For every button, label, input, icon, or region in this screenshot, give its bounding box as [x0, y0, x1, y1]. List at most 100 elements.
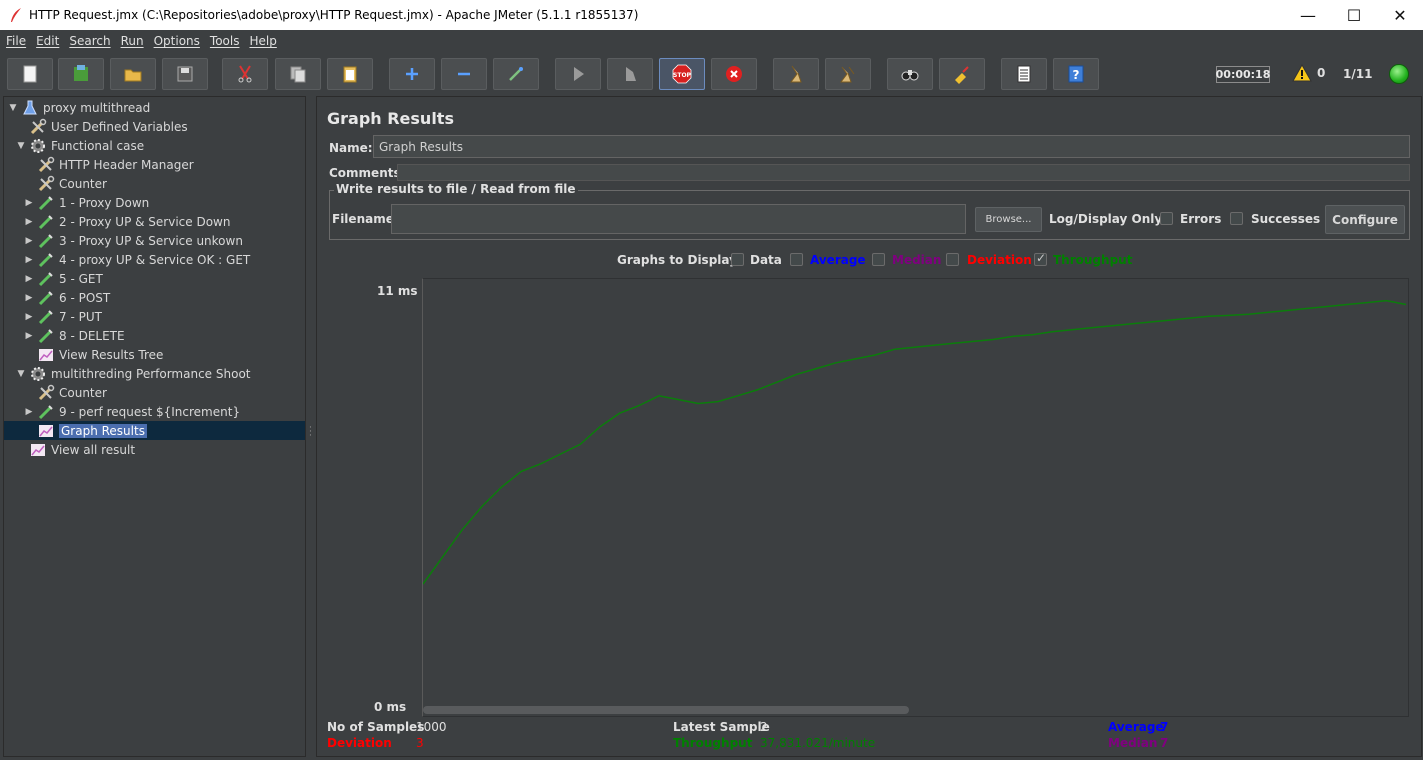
- tree-item[interactable]: Counter: [24, 383, 107, 402]
- horizontal-scrollbar[interactable]: [423, 706, 909, 714]
- tree-item[interactable]: ▶ 9 - perf request ${Increment}: [24, 402, 240, 421]
- expand-toggle-icon[interactable]: ▶: [24, 312, 34, 322]
- expand-toggle-icon[interactable]: ▶: [24, 274, 34, 284]
- menu-tools[interactable]: Tools: [210, 34, 240, 48]
- errors-checkbox[interactable]: [1160, 212, 1173, 225]
- expand-toggle-icon[interactable]: ▶: [24, 407, 34, 417]
- menu-help[interactable]: Help: [249, 34, 276, 48]
- successes-checkbox[interactable]: [1230, 212, 1243, 225]
- comments-field[interactable]: [397, 164, 1410, 181]
- warnings-indicator[interactable]: 0: [1292, 64, 1325, 82]
- shutdown-button[interactable]: [711, 58, 757, 90]
- tree-item[interactable]: ▼ Functional case: [16, 136, 144, 155]
- collapse-toggle-icon[interactable]: ▼: [8, 103, 18, 113]
- elapsed-timer: 00:00:18: [1215, 66, 1271, 83]
- deviation-stat-label: Deviation: [327, 736, 392, 750]
- y-axis-min-label: 0 ms: [374, 700, 407, 714]
- menu-run[interactable]: Run: [121, 34, 144, 48]
- samples-value: 1000: [416, 720, 447, 734]
- deviation-checkbox[interactable]: [946, 253, 959, 266]
- tree-item[interactable]: Graph Results: [24, 421, 147, 440]
- data-checkbox[interactable]: [731, 253, 744, 266]
- copy-button[interactable]: [275, 58, 321, 90]
- expand-toggle-icon[interactable]: ▶: [24, 198, 34, 208]
- deviation-stat-value: 3: [416, 736, 424, 750]
- reset-search-button[interactable]: [939, 58, 985, 90]
- tree-item-label: HTTP Header Manager: [59, 157, 194, 172]
- expand-toggle-icon[interactable]: ▶: [24, 217, 34, 227]
- tree-item[interactable]: ▶ 4 - proxy UP & Service OK : GET: [24, 250, 250, 269]
- search-button[interactable]: [887, 58, 933, 90]
- tree-item[interactable]: ▶ 5 - GET: [24, 269, 103, 288]
- menu-search[interactable]: Search: [69, 34, 110, 48]
- clear-icon: [790, 65, 802, 83]
- menu-edit[interactable]: Edit: [36, 34, 59, 48]
- latest-sample-label: Latest Sample: [673, 720, 770, 734]
- start-no-pauses-button[interactable]: [607, 58, 653, 90]
- tree-item[interactable]: View Results Tree: [24, 345, 163, 364]
- listener-icon: [29, 441, 47, 459]
- browse-button[interactable]: Browse...: [975, 207, 1042, 232]
- expand-toggle-icon[interactable]: ▶: [24, 293, 34, 303]
- thread-group-icon: [29, 365, 47, 383]
- expand-toggle-icon[interactable]: ▶: [24, 255, 34, 265]
- new-button[interactable]: [7, 58, 53, 90]
- tree-item[interactable]: User Defined Variables: [16, 117, 188, 136]
- tree-item[interactable]: ▼ proxy multithread: [8, 98, 150, 117]
- tree-item[interactable]: View all result: [16, 440, 135, 459]
- paste-button[interactable]: [327, 58, 373, 90]
- expand-all-button[interactable]: [389, 58, 435, 90]
- function-helper-button[interactable]: [1001, 58, 1047, 90]
- sampler-icon: [37, 213, 55, 231]
- expand-toggle-icon[interactable]: ▶: [24, 236, 34, 246]
- templates-button[interactable]: [58, 58, 104, 90]
- title-bar: HTTP Request.jmx (C:\Repositories\adobe\…: [0, 0, 1423, 30]
- start-button[interactable]: [555, 58, 601, 90]
- tree-item-label: Graph Results: [59, 423, 147, 438]
- tree-item[interactable]: HTTP Header Manager: [24, 155, 194, 174]
- panel-splitter[interactable]: · · ·: [306, 96, 316, 757]
- throughput-checkbox[interactable]: [1034, 251, 1047, 266]
- menu-file[interactable]: File: [6, 34, 26, 48]
- menu-options[interactable]: Options: [154, 34, 200, 48]
- help-button[interactable]: ?: [1053, 58, 1099, 90]
- tree-item[interactable]: ▶ 3 - Proxy UP & Service unkown: [24, 231, 243, 250]
- minimize-button[interactable]: —: [1285, 0, 1331, 30]
- throughput-option-label: Throughput: [1053, 253, 1133, 267]
- maximize-button[interactable]: ☐: [1331, 0, 1377, 30]
- open-button[interactable]: [110, 58, 156, 90]
- warning-count: 0: [1317, 66, 1326, 80]
- configure-button[interactable]: Configure: [1325, 205, 1405, 234]
- tree-item[interactable]: ▶ 2 - Proxy UP & Service Down: [24, 212, 230, 231]
- data-option-label: Data: [750, 253, 782, 267]
- clear-all-button[interactable]: [825, 58, 871, 90]
- tree-item[interactable]: Counter: [24, 174, 107, 193]
- filename-input[interactable]: [391, 204, 966, 234]
- name-field[interactable]: Graph Results: [373, 135, 1410, 158]
- close-button[interactable]: ✕: [1377, 0, 1423, 30]
- average-stat-value: 7: [1160, 720, 1169, 734]
- tree-item-label: 8 - DELETE: [59, 328, 125, 343]
- running-status-icon: [1389, 64, 1409, 84]
- search-icon: [901, 70, 919, 81]
- collapse-toggle-icon[interactable]: ▼: [16, 141, 26, 151]
- cut-button[interactable]: [222, 58, 268, 90]
- tree-item-label: 7 - PUT: [59, 309, 102, 324]
- average-checkbox[interactable]: [790, 253, 803, 266]
- save-icon: [177, 66, 193, 82]
- stop-button[interactable]: STOP: [659, 58, 705, 90]
- tree-item[interactable]: ▼ multithreding Performance Shoot: [16, 364, 251, 383]
- tree-item[interactable]: ▶ 1 - Proxy Down: [24, 193, 149, 212]
- sampler-icon: [37, 194, 55, 212]
- collapse-all-button[interactable]: [441, 58, 487, 90]
- tree-item[interactable]: ▶ 7 - PUT: [24, 307, 102, 326]
- collapse-toggle-icon[interactable]: ▼: [16, 369, 26, 379]
- clear-button[interactable]: [773, 58, 819, 90]
- expand-toggle-icon[interactable]: ▶: [24, 331, 34, 341]
- tree-item[interactable]: ▶ 6 - POST: [24, 288, 110, 307]
- tree-item-label: 1 - Proxy Down: [59, 195, 150, 210]
- tree-item[interactable]: ▶ 8 - DELETE: [24, 326, 125, 345]
- save-button[interactable]: [162, 58, 208, 90]
- median-checkbox[interactable]: [872, 253, 885, 266]
- toggle-button[interactable]: [493, 58, 539, 90]
